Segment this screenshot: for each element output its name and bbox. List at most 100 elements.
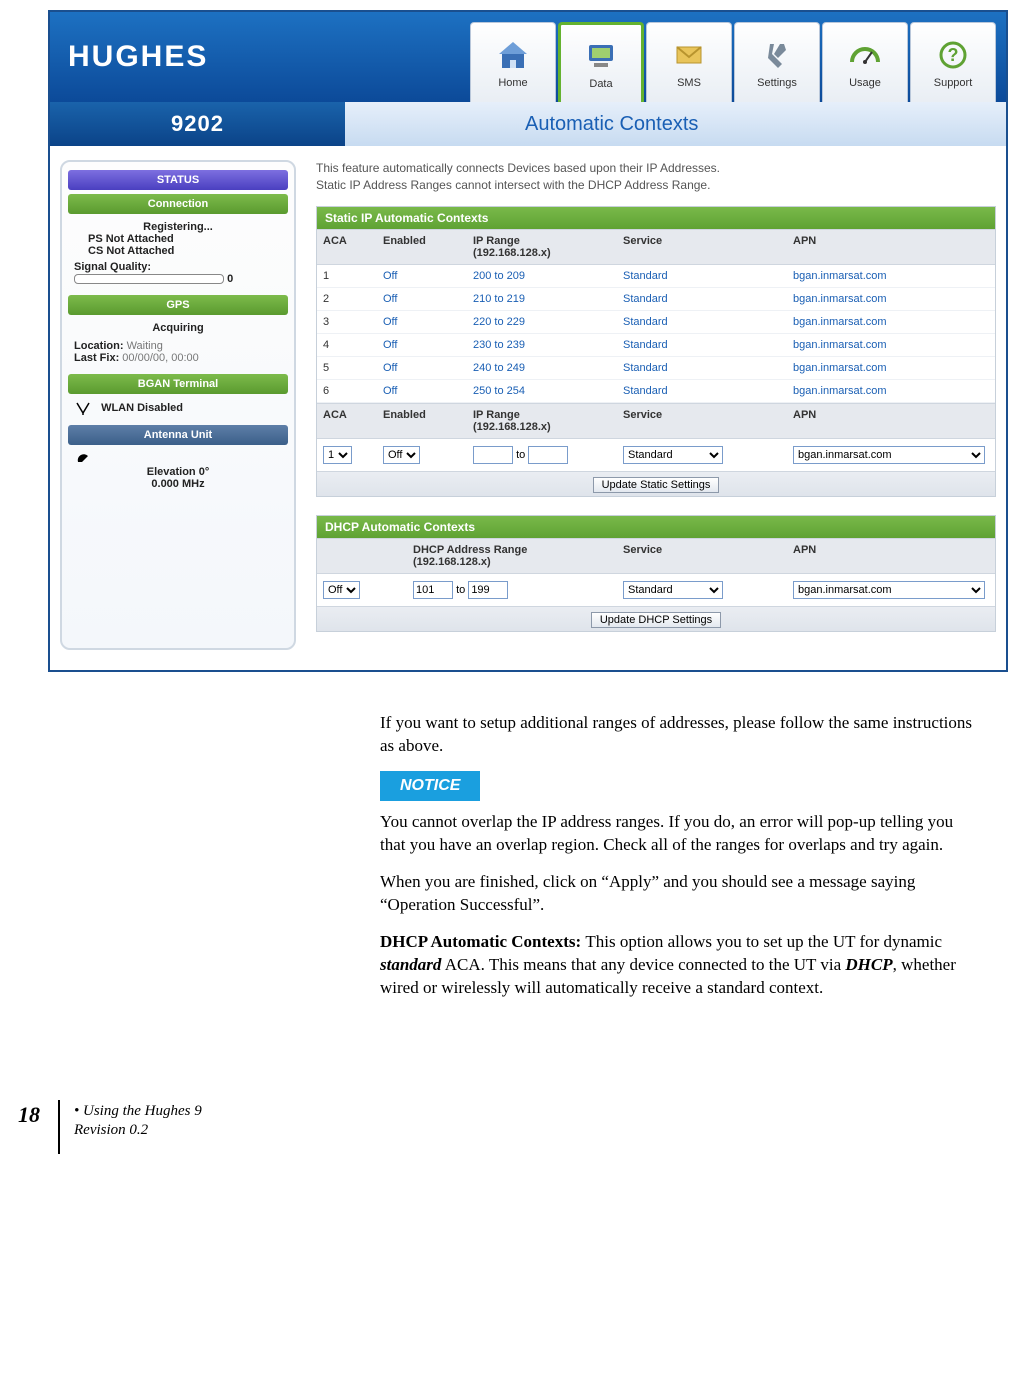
col-range: IP Range(192.168.128.x) bbox=[467, 230, 617, 264]
model-number: 9202 bbox=[171, 111, 224, 137]
doc-p1: If you want to setup additional ranges o… bbox=[380, 712, 980, 758]
table-row: 2Off210 to 219Standardbgan.inmarsat.com bbox=[317, 288, 995, 311]
svg-text:?: ? bbox=[948, 45, 959, 65]
status-sidebar: STATUS Connection Registering... PS Not … bbox=[60, 160, 296, 650]
static-enabled-select[interactable]: Off bbox=[383, 446, 420, 464]
col-dhcp-range: DHCP Address Range(192.168.128.x) bbox=[407, 539, 617, 573]
table-row: 1Off200 to 209Standardbgan.inmarsat.com bbox=[317, 265, 995, 288]
table-row: 5Off240 to 249Standardbgan.inmarsat.com bbox=[317, 357, 995, 380]
subbar-left: 9202 bbox=[50, 102, 345, 146]
update-dhcp-button[interactable]: Update DHCP Settings bbox=[591, 612, 721, 628]
static-service-select[interactable]: Standard bbox=[623, 446, 723, 464]
document-body: If you want to setup additional ranges o… bbox=[380, 712, 980, 1000]
col-apn: APN bbox=[787, 539, 995, 573]
antenna-elev: Elevation 0° bbox=[74, 466, 282, 478]
dish-icon bbox=[74, 452, 92, 466]
table-row: 4Off230 to 239Standardbgan.inmarsat.com bbox=[317, 334, 995, 357]
col-aca: ACA bbox=[317, 404, 377, 438]
cell-apn: bgan.inmarsat.com bbox=[787, 311, 995, 333]
dhcp-apn-select[interactable]: bgan.inmarsat.com bbox=[793, 581, 985, 599]
usage-icon bbox=[847, 37, 883, 73]
home-icon bbox=[495, 37, 531, 73]
settings-icon bbox=[759, 37, 795, 73]
cell-service: Standard bbox=[617, 334, 787, 356]
cell-service: Standard bbox=[617, 380, 787, 402]
hughes-app-window: HUGHES Home Data SMS Settings bbox=[48, 10, 1008, 672]
nav-data[interactable]: Data bbox=[558, 22, 644, 102]
subbar: 9202 Automatic Contexts bbox=[50, 102, 1006, 146]
col-enabled: Enabled bbox=[377, 404, 467, 438]
nav-settings-label: Settings bbox=[757, 77, 797, 89]
cell-enabled: Off bbox=[377, 380, 467, 402]
dhcp-range-high-input[interactable] bbox=[468, 581, 508, 599]
cell-range: 210 to 219 bbox=[467, 288, 617, 310]
conn-line: CS Not Attached bbox=[88, 245, 282, 257]
bgan-block: WLAN Disabled bbox=[68, 398, 288, 423]
dhcp-col-header: DHCP Address Range(192.168.128.x) Servic… bbox=[317, 538, 995, 574]
sidebar-hdr-antenna: Antenna Unit bbox=[68, 425, 288, 445]
cell-range: 220 to 229 bbox=[467, 311, 617, 333]
dhcp-service-select[interactable]: Standard bbox=[623, 581, 723, 599]
logo-text: HUGHES bbox=[68, 40, 208, 74]
dhcp-btn-row: Update DHCP Settings bbox=[317, 606, 995, 631]
cell-aca: 3 bbox=[317, 311, 377, 333]
doc-p4-b: standard bbox=[380, 955, 441, 974]
static-panel-title: Static IP Automatic Contexts bbox=[317, 207, 995, 229]
static-range-high-input[interactable] bbox=[528, 446, 568, 464]
cell-enabled: Off bbox=[377, 288, 467, 310]
gps-loc-value: Waiting bbox=[127, 340, 163, 352]
static-range-low-input[interactable] bbox=[473, 446, 513, 464]
conn-line: Registering... bbox=[74, 221, 282, 233]
cell-range: 230 to 239 bbox=[467, 334, 617, 356]
antenna-freq: 0.000 MHz bbox=[74, 478, 282, 490]
cell-range: 240 to 249 bbox=[467, 357, 617, 379]
nav-sms-label: SMS bbox=[677, 77, 701, 89]
cell-apn: bgan.inmarsat.com bbox=[787, 380, 995, 402]
cell-aca: 2 bbox=[317, 288, 377, 310]
cell-enabled: Off bbox=[377, 334, 467, 356]
gps-loc-label: Location: bbox=[74, 340, 124, 352]
intro-text: This feature automatically connects Devi… bbox=[316, 160, 996, 194]
sidebar-hdr-bgan: BGAN Terminal bbox=[68, 374, 288, 394]
gps-status: Acquiring bbox=[74, 322, 282, 334]
signal-bar bbox=[74, 274, 224, 284]
update-static-button[interactable]: Update Static Settings bbox=[593, 477, 720, 493]
cell-range: 250 to 254 bbox=[467, 380, 617, 402]
dhcp-range-low-input[interactable] bbox=[413, 581, 453, 599]
doc-p4-lead: DHCP Automatic Contexts: bbox=[380, 932, 585, 951]
nav-sms[interactable]: SMS bbox=[646, 22, 732, 102]
nav-support[interactable]: ? Support bbox=[910, 22, 996, 102]
cell-enabled: Off bbox=[377, 265, 467, 287]
cell-service: Standard bbox=[617, 311, 787, 333]
cell-enabled: Off bbox=[377, 357, 467, 379]
cell-range: 200 to 209 bbox=[467, 265, 617, 287]
doc-p4: DHCP Automatic Contexts: This option all… bbox=[380, 931, 980, 1000]
dhcp-enabled-select[interactable]: Off bbox=[323, 581, 360, 599]
intro-l1: This feature automatically connects Devi… bbox=[316, 161, 720, 175]
topbar: HUGHES Home Data SMS Settings bbox=[50, 12, 1006, 102]
static-form-row: 1 Off to Standard bgan.inmarsat.com bbox=[317, 439, 995, 471]
cell-aca: 5 bbox=[317, 357, 377, 379]
nav-usage[interactable]: Usage bbox=[822, 22, 908, 102]
cell-aca: 1 bbox=[317, 265, 377, 287]
static-btn-row: Update Static Settings bbox=[317, 471, 995, 496]
nav-home[interactable]: Home bbox=[470, 22, 556, 102]
gps-fix-value: 00/00/00, 00:00 bbox=[122, 352, 198, 364]
signal-label: Signal Quality: bbox=[74, 261, 282, 273]
static-aca-select[interactable]: 1 bbox=[323, 446, 352, 464]
cell-aca: 4 bbox=[317, 334, 377, 356]
table-row: 3Off220 to 229Standardbgan.inmarsat.com bbox=[317, 311, 995, 334]
logo: HUGHES bbox=[50, 12, 226, 102]
col-enabled: Enabled bbox=[377, 230, 467, 264]
gps-fix-label: Last Fix: bbox=[74, 352, 119, 364]
col-aca: ACA bbox=[317, 230, 377, 264]
sidebar-hdr-status: STATUS bbox=[68, 170, 288, 190]
notice-badge: NOTICE bbox=[380, 771, 480, 801]
static-apn-select[interactable]: bgan.inmarsat.com bbox=[793, 446, 985, 464]
nav-settings[interactable]: Settings bbox=[734, 22, 820, 102]
nav-data-label: Data bbox=[589, 78, 612, 90]
col-apn: APN bbox=[787, 230, 995, 264]
cell-aca: 6 bbox=[317, 380, 377, 402]
intro-l2: Static IP Address Ranges cannot intersec… bbox=[316, 178, 710, 192]
signal-value: 0 bbox=[227, 273, 233, 285]
